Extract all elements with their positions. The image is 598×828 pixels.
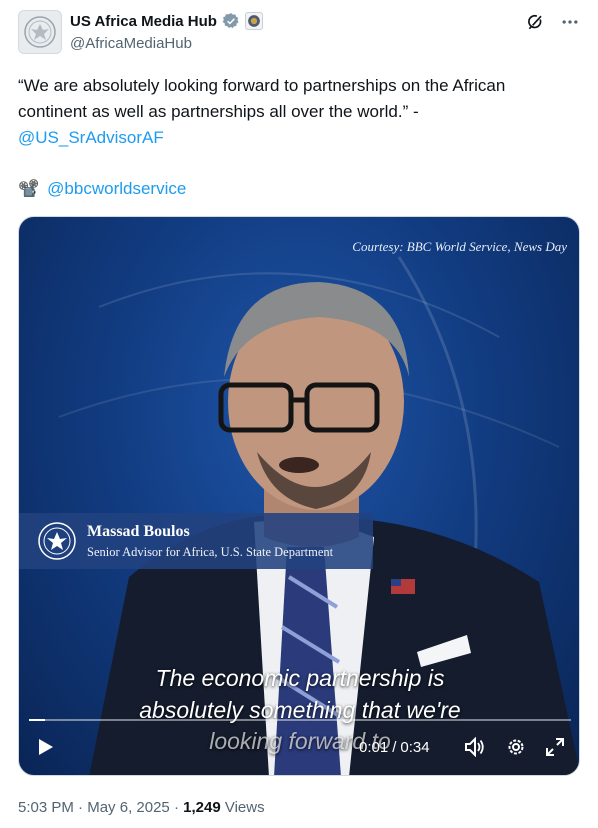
current-time: 0:01	[359, 738, 389, 756]
expand-icon	[546, 738, 564, 756]
mention-link[interactable]: @US_SrAdvisorAF	[18, 128, 164, 147]
more-options-icon[interactable]	[560, 12, 580, 32]
post-date[interactable]: May 6, 2025	[87, 799, 170, 816]
video-player[interactable]: Courtesy: BBC World Service, News Day Ma…	[18, 216, 580, 776]
video-frame	[58, 256, 579, 775]
post-time[interactable]: 5:03 PM	[18, 799, 74, 816]
post-text: “We are absolutely looking forward to pa…	[18, 73, 578, 151]
government-affiliation-icon	[244, 12, 263, 30]
settings-button[interactable]	[504, 735, 528, 759]
grok-icon[interactable]	[526, 12, 546, 32]
time-display: 0:01 / 0:34	[359, 738, 430, 756]
display-name[interactable]: US Africa Media Hub	[70, 13, 217, 30]
author-name-row: US Africa Media Hub	[70, 12, 263, 30]
volume-button[interactable]	[463, 735, 487, 759]
caption-line-1: The economic partnership is	[155, 665, 445, 691]
courtesy-text: Courtesy: BBC World Service, News Day	[352, 239, 567, 254]
verified-badge-icon	[222, 13, 239, 29]
camera-icon: 📽️	[18, 179, 40, 198]
quote-text: “We are absolutely looking forward to pa…	[18, 76, 506, 121]
post-meta: 5:03 PM · May 6, 2025 · 1,249 Views	[18, 799, 265, 816]
avatar[interactable]	[18, 10, 62, 54]
progress-bar[interactable]	[29, 719, 571, 721]
views-label: Views	[224, 799, 265, 816]
speaker-title: Senior Advisor for Africa, U.S. State De…	[87, 544, 334, 559]
state-department-seal-icon	[38, 522, 76, 560]
duration: 0:34	[400, 738, 430, 756]
video-controls: 0:01 / 0:34	[19, 707, 579, 775]
credit-mention-link[interactable]: @bbcworldservice	[47, 176, 186, 202]
views-count: 1,249	[183, 799, 221, 816]
handle[interactable]: @AfricaMediaHub	[70, 35, 192, 52]
credit-line: 📽️ @bbcworldservice	[18, 176, 186, 202]
gear-icon	[508, 739, 524, 755]
progress-fill	[29, 719, 46, 721]
volume-icon	[465, 737, 484, 757]
state-seal-icon	[24, 16, 56, 48]
fullscreen-button[interactable]	[543, 735, 567, 759]
lower-third: Massad Boulos Senior Advisor for Africa,…	[19, 513, 373, 569]
play-button[interactable]	[33, 735, 57, 759]
speaker-name: Massad Boulos	[87, 522, 190, 540]
post-actions	[526, 12, 580, 32]
play-icon	[39, 739, 53, 755]
